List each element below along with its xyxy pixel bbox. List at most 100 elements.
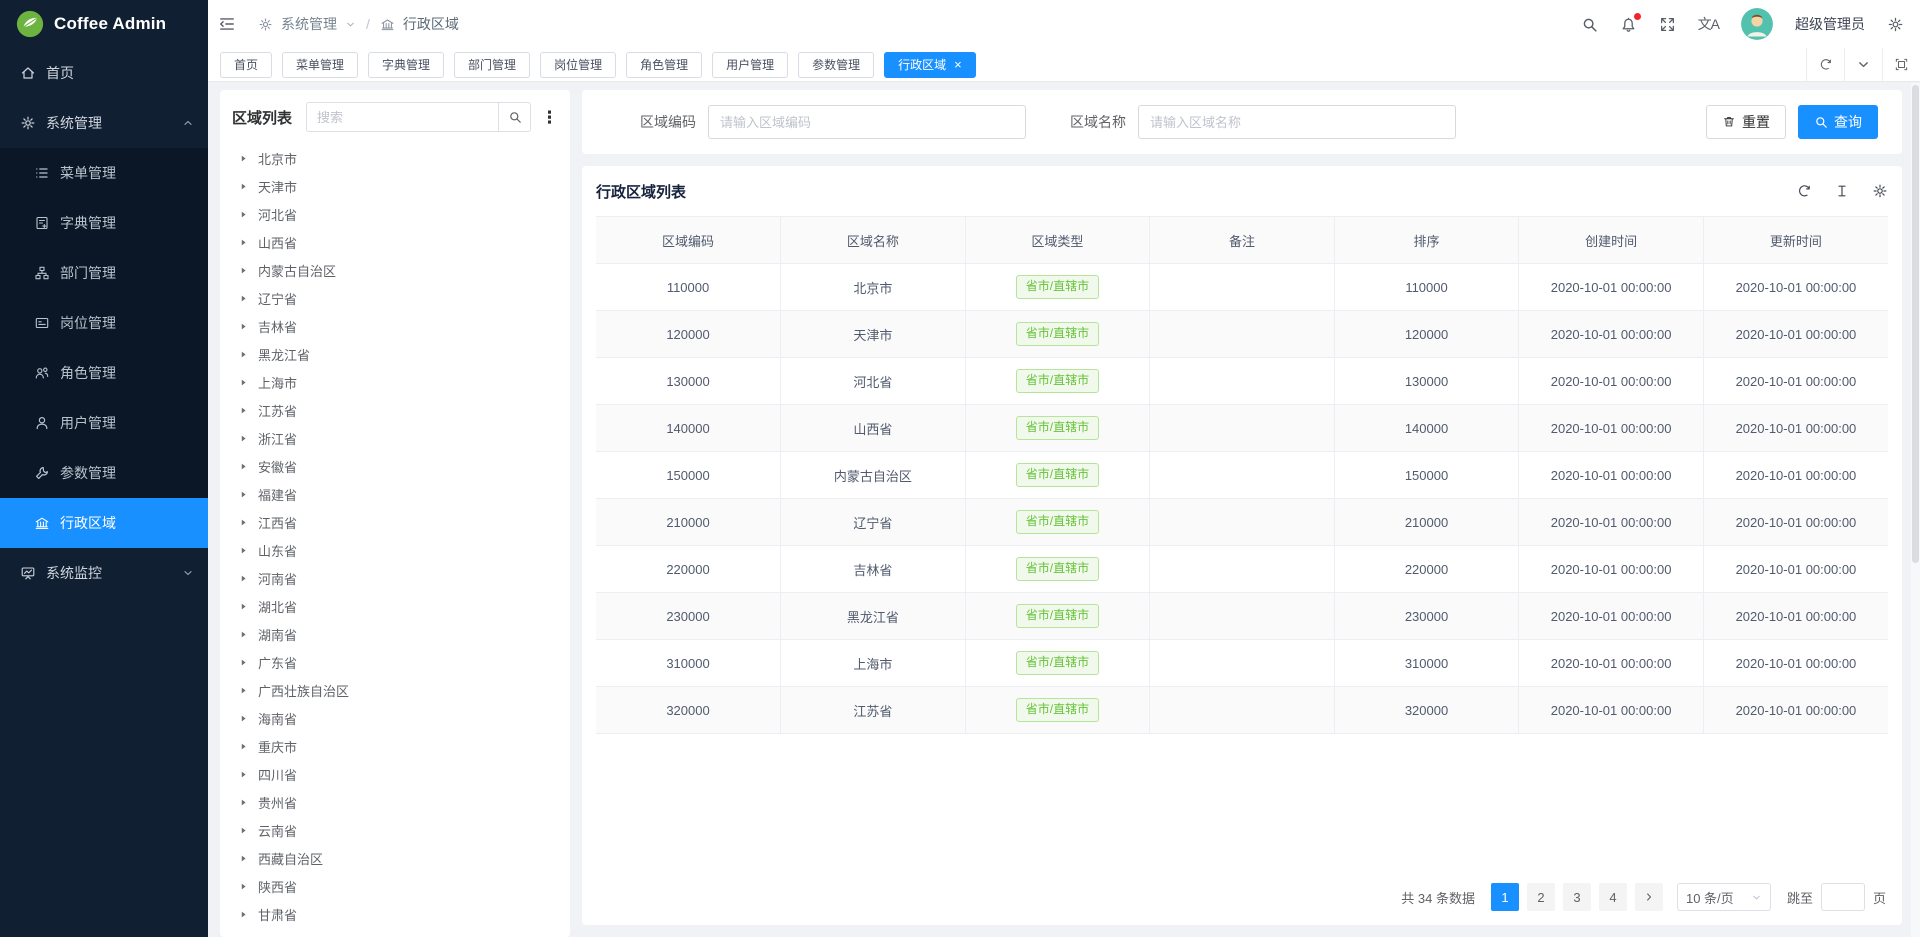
sidebar-item-label: 字典管理 [60, 213, 116, 233]
tree-item-label: 吉林省 [258, 317, 297, 336]
sidebar-item-wrench[interactable]: 参数管理 [0, 448, 208, 498]
tree-item[interactable]: 四川省 [232, 760, 558, 788]
tab-2[interactable]: 字典管理 [368, 52, 444, 78]
tree-item[interactable]: 西藏自治区 [232, 844, 558, 872]
scrollbar-thumb[interactable] [1912, 85, 1919, 563]
tree-item[interactable]: 黑龙江省 [232, 340, 558, 368]
avatar[interactable] [1741, 8, 1773, 40]
filter-bar: 区域编码 区域名称 重置 查询 [582, 90, 1902, 154]
search-button[interactable]: 查询 [1798, 105, 1878, 139]
sidebar-item-role[interactable]: 角色管理 [0, 348, 208, 398]
caret-right-icon [238, 461, 249, 472]
settings-gear-icon[interactable] [1887, 16, 1904, 33]
page-button-4[interactable]: 4 [1599, 883, 1627, 911]
name-input[interactable] [1138, 105, 1456, 139]
table-row[interactable]: 210000辽宁省省市/直辖市2100002020-10-01 00:00:00… [596, 499, 1888, 546]
column-settings-gear-icon[interactable] [1872, 183, 1888, 199]
sidebar-item-home[interactable]: 首页 [0, 48, 208, 98]
app-logo[interactable]: Coffee Admin [0, 0, 208, 48]
tree-item[interactable]: 福建省 [232, 480, 558, 508]
sidebar-item-menu[interactable]: 菜单管理 [0, 148, 208, 198]
sidebar-item-post[interactable]: 岗位管理 [0, 298, 208, 348]
tree-item[interactable]: 辽宁省 [232, 284, 558, 312]
table-row[interactable]: 230000黑龙江省省市/直辖市2300002020-10-01 00:00:0… [596, 593, 1888, 640]
tab-7[interactable]: 参数管理 [798, 52, 874, 78]
tree-item[interactable]: 天津市 [232, 172, 558, 200]
table-row[interactable]: 310000上海市省市/直辖市3100002020-10-01 00:00:00… [596, 640, 1888, 687]
translate-icon[interactable]: 文A [1698, 14, 1719, 34]
tree-item[interactable]: 广西壮族自治区 [232, 676, 558, 704]
tree-item[interactable]: 海南省 [232, 704, 558, 732]
tree-item[interactable]: 上海市 [232, 368, 558, 396]
content-fullscreen-button[interactable] [1882, 48, 1920, 82]
table-row[interactable]: 120000天津市省市/直辖市1200002020-10-01 00:00:00… [596, 311, 1888, 358]
sidebar-item-monitor[interactable]: 系统监控 [0, 548, 208, 598]
close-icon[interactable]: × [954, 58, 962, 71]
reset-button[interactable]: 重置 [1706, 105, 1786, 139]
tree-item[interactable]: 广东省 [232, 648, 558, 676]
gear-icon [258, 17, 273, 32]
tab-options-button[interactable] [1844, 48, 1882, 82]
tab-6[interactable]: 用户管理 [712, 52, 788, 78]
tab-0[interactable]: 首页 [220, 52, 272, 78]
tree-item[interactable]: 陕西省 [232, 872, 558, 900]
refresh-icon[interactable] [1796, 183, 1812, 199]
tab-label: 首页 [234, 56, 258, 73]
tab-1[interactable]: 菜单管理 [282, 52, 358, 78]
search-icon[interactable] [1581, 16, 1598, 33]
tree-item[interactable]: 江西省 [232, 508, 558, 536]
tab-4[interactable]: 岗位管理 [540, 52, 616, 78]
next-page-button[interactable] [1635, 883, 1663, 911]
tab-8[interactable]: 行政区域× [884, 52, 976, 78]
tree-item[interactable]: 贵州省 [232, 788, 558, 816]
tree-item[interactable]: 浙江省 [232, 424, 558, 452]
tree-item[interactable]: 河北省 [232, 200, 558, 228]
kebab-menu-icon[interactable]: ⋮ [541, 109, 558, 126]
tree-item[interactable]: 安徽省 [232, 452, 558, 480]
fullscreen-icon[interactable] [1659, 16, 1676, 33]
caret-right-icon [238, 741, 249, 752]
table-row[interactable]: 220000吉林省省市/直辖市2200002020-10-01 00:00:00… [596, 546, 1888, 593]
tree-item[interactable]: 内蒙古自治区 [232, 256, 558, 284]
tree-item[interactable]: 北京市 [232, 144, 558, 172]
vertical-scrollbar[interactable] [1911, 83, 1920, 937]
column-header: 区域类型 [965, 217, 1150, 264]
sidebar-item-gear[interactable]: 系统管理 [0, 98, 208, 148]
notification-bell[interactable] [1620, 16, 1637, 33]
jump-page-input[interactable] [1821, 883, 1865, 911]
tree-item[interactable]: 吉林省 [232, 312, 558, 340]
table-row[interactable]: 110000北京市省市/直辖市1100002020-10-01 00:00:00… [596, 264, 1888, 311]
tree-item[interactable]: 云南省 [232, 816, 558, 844]
tree-item[interactable]: 山东省 [232, 536, 558, 564]
table-row[interactable]: 320000江苏省省市/直辖市3200002020-10-01 00:00:00… [596, 687, 1888, 734]
row-height-icon[interactable] [1834, 183, 1850, 199]
user-name[interactable]: 超级管理员 [1795, 14, 1865, 34]
region-search-button[interactable] [498, 102, 531, 132]
tree-item[interactable]: 山西省 [232, 228, 558, 256]
menu-fold-icon[interactable] [218, 15, 236, 33]
sidebar-item-user[interactable]: 用户管理 [0, 398, 208, 448]
tree-item[interactable]: 湖南省 [232, 620, 558, 648]
sidebar-item-dept[interactable]: 部门管理 [0, 248, 208, 298]
refresh-tab-button[interactable] [1806, 48, 1844, 82]
tree-item[interactable]: 湖北省 [232, 592, 558, 620]
page-button-3[interactable]: 3 [1563, 883, 1591, 911]
table-row[interactable]: 150000内蒙古自治区省市/直辖市1500002020-10-01 00:00… [596, 452, 1888, 499]
table-row[interactable]: 130000河北省省市/直辖市1300002020-10-01 00:00:00… [596, 358, 1888, 405]
breadcrumb-section[interactable]: 系统管理 [281, 14, 337, 34]
page-button-1[interactable]: 1 [1491, 883, 1519, 911]
tree-item[interactable]: 河南省 [232, 564, 558, 592]
page-size-select[interactable]: 10 条/页 [1677, 883, 1771, 911]
tree-item[interactable]: 江苏省 [232, 396, 558, 424]
code-input[interactable] [708, 105, 1026, 139]
tree-item-label: 四川省 [258, 765, 297, 784]
region-search-input[interactable] [306, 102, 498, 132]
tab-3[interactable]: 部门管理 [454, 52, 530, 78]
tree-item[interactable]: 重庆市 [232, 732, 558, 760]
page-button-2[interactable]: 2 [1527, 883, 1555, 911]
table-row[interactable]: 140000山西省省市/直辖市1400002020-10-01 00:00:00… [596, 405, 1888, 452]
tree-item[interactable]: 甘肃省 [232, 900, 558, 925]
sidebar-item-bank[interactable]: 行政区域 [0, 498, 208, 548]
sidebar-item-dict[interactable]: 字典管理 [0, 198, 208, 248]
tab-5[interactable]: 角色管理 [626, 52, 702, 78]
